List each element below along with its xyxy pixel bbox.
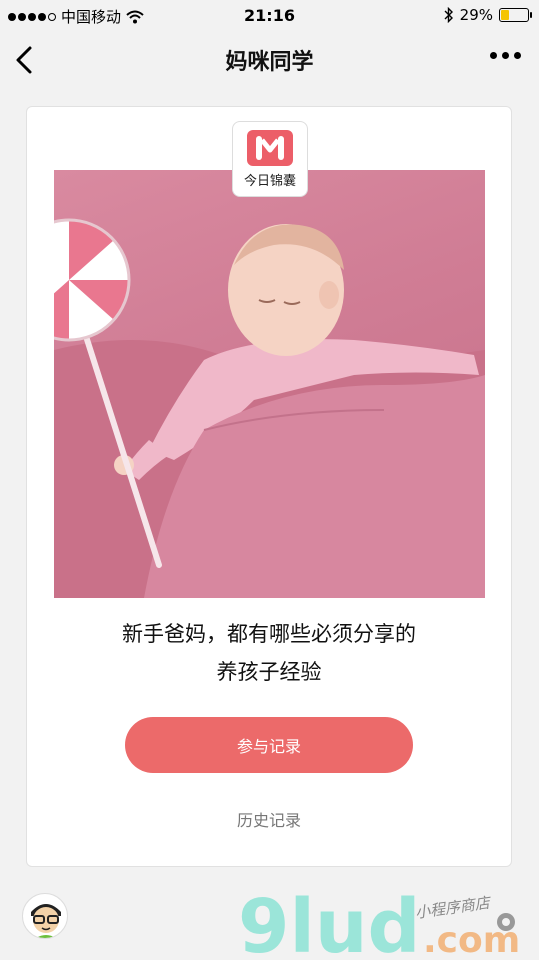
bluetooth-icon (444, 7, 453, 23)
battery-fill (501, 10, 510, 20)
daily-tips-badge: 今日锦囊 (232, 121, 308, 197)
tip-title-line1: 新手爸妈，都有哪些必须分享的 (122, 622, 416, 646)
page-title: 妈咪同学 (225, 50, 314, 75)
logo-caption: 今日锦囊 (243, 174, 296, 189)
participate-button[interactable]: 参与记录 (125, 717, 413, 773)
nav-bar: 妈咪同学 (0, 30, 539, 90)
battery-percent: 29% (459, 6, 493, 24)
status-right: 29% (444, 6, 532, 24)
avatar[interactable] (22, 893, 68, 939)
watermark-logo: 9lud .com 小程序商店 (238, 880, 528, 960)
svg-text:小程序商店: 小程序商店 (414, 893, 493, 922)
history-link[interactable]: 历史记录 (27, 807, 511, 831)
tip-title-line2: 养孩子经验 (216, 660, 322, 684)
more-button[interactable] (490, 52, 521, 59)
tip-title: 新手爸妈，都有哪些必须分享的 养孩子经验 (27, 615, 511, 691)
sleeping-baby-illustration (54, 218, 485, 598)
mommy-logo-icon (247, 130, 293, 166)
battery-icon (499, 8, 532, 22)
cartoon-avatar-icon (31, 904, 61, 938)
more-dots-icon (490, 52, 497, 59)
status-bar: 中国移动 21:16 29% (0, 0, 539, 30)
svg-text:9lud: 9lud (238, 884, 421, 960)
hero-image (54, 170, 485, 598)
tip-card: 今日锦囊 新手爸妈，都有哪些必须分享的 养孩子经验 参与记录 历史记录 (26, 106, 512, 867)
